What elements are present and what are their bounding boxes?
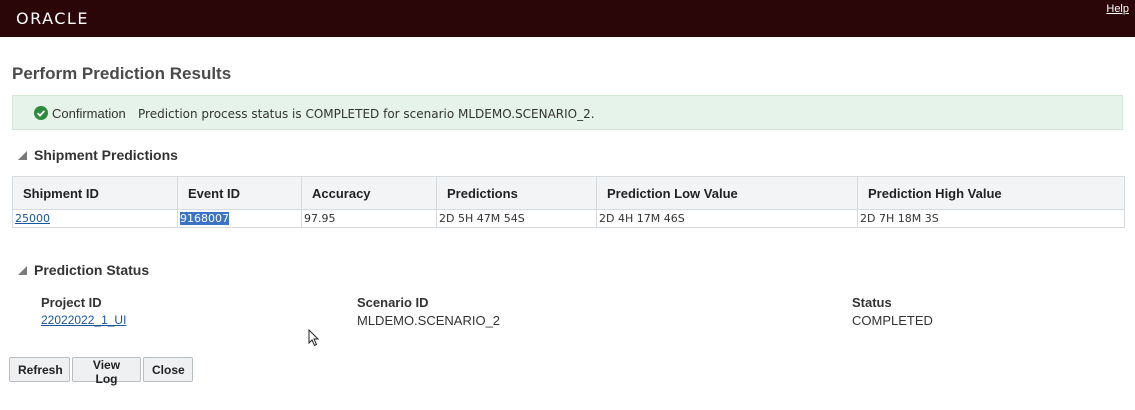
prediction-status-header[interactable]: Prediction Status [18, 262, 149, 278]
collapse-triangle-icon[interactable] [18, 265, 27, 275]
status-value: COMPLETED [852, 313, 933, 328]
table-cell-accuracy: 97.95 [301, 209, 437, 228]
collapse-triangle-icon[interactable] [18, 150, 27, 160]
column-header-accuracy[interactable]: Accuracy [301, 176, 437, 210]
mouse-pointer-icon [308, 329, 320, 347]
table-cell-predictions: 2D 5H 47M 54S [436, 209, 597, 228]
view-log-button[interactable]: View Log [72, 357, 141, 386]
table-cell-prediction-high-value: 2D 7H 18M 3S [857, 209, 1125, 228]
check-circle-icon [34, 106, 48, 120]
scenario-id-value: MLDEMO.SCENARIO_2 [357, 313, 501, 328]
column-header-prediction-low-value[interactable]: Prediction Low Value [596, 176, 858, 210]
section-title: Prediction Status [34, 262, 150, 278]
refresh-button[interactable]: Refresh [9, 357, 70, 382]
help-link[interactable]: Help [1106, 3, 1129, 15]
table-header-row: Shipment ID Event ID Accuracy Prediction… [12, 176, 1125, 210]
column-header-event-id[interactable]: Event ID [177, 176, 302, 210]
column-header-shipment-id[interactable]: Shipment ID [12, 176, 178, 210]
project-id-link[interactable]: 22022022_1_UI [41, 313, 126, 327]
table-row[interactable]: 25000 9168007 97.95 2D 5H 47M 54S 2D 4H … [12, 209, 1125, 228]
top-bar: ORACLE Help [0, 0, 1135, 37]
shipment-predictions-table: Shipment ID Event ID Accuracy Prediction… [12, 176, 1125, 228]
page-title: Perform Prediction Results [12, 64, 232, 83]
shipment-predictions-header[interactable]: Shipment Predictions [18, 147, 178, 163]
status-label: Status [852, 295, 892, 310]
shipment-id-link[interactable]: 25000 [15, 212, 50, 225]
event-id-value[interactable]: 9168007 [180, 212, 229, 225]
table-cell-event-id[interactable]: 9168007 [177, 209, 302, 228]
confirmation-message: Prediction process status is COMPLETED f… [138, 107, 595, 121]
confirmation-label: Confirmation [52, 106, 126, 121]
close-button[interactable]: Close [143, 357, 193, 382]
oracle-logo: ORACLE [16, 9, 89, 28]
column-header-prediction-high-value[interactable]: Prediction High Value [857, 176, 1125, 210]
scenario-id-label: Scenario ID [357, 295, 429, 310]
confirmation-banner: Confirmation Prediction process status i… [12, 95, 1123, 130]
column-header-predictions[interactable]: Predictions [436, 176, 597, 210]
table-cell-shipment-id[interactable]: 25000 [12, 209, 178, 228]
project-id-label: Project ID [41, 295, 102, 310]
section-title: Shipment Predictions [34, 147, 178, 163]
table-cell-prediction-low-value: 2D 4H 17M 46S [596, 209, 858, 228]
